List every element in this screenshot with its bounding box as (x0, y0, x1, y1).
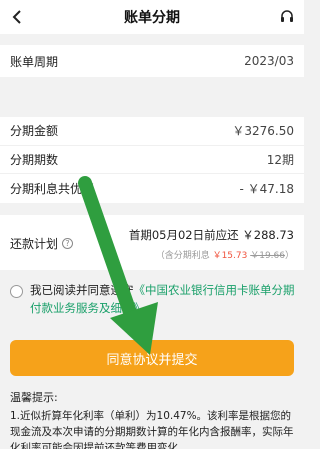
amount-value: ￥3276.50 (232, 124, 294, 139)
interest-discount-row: 分期利息共优惠 - ￥47.18 (0, 174, 304, 203)
periods-row[interactable]: 分期期数 12期 (0, 146, 304, 175)
agreement-prefix: 我已阅读并同意遵守 (30, 283, 134, 297)
interest-note: （含分期利息 ￥15.73 ￥19.66） (156, 248, 294, 261)
billing-cycle-value: 2023/03 (244, 54, 294, 68)
question-icon[interactable]: ? (62, 238, 74, 249)
periods-label: 分期期数 (10, 152, 59, 167)
tips-section: 温馨提示: 1.近似折算年化利率（单利）为10.47%。该利率是根据您的现金流及… (10, 390, 294, 449)
repayment-plan-label-group: 还款计划 ? (10, 235, 74, 252)
agreement-section: 我已阅读并同意遵守《中国农业银行信用卡账单分期付款业务服务及细则》 (0, 281, 304, 323)
repayment-plan-label: 还款计划 (10, 237, 59, 251)
back-chevron-icon[interactable] (6, 6, 28, 28)
amount-row: 分期金额 ￥3276.50 (0, 117, 304, 146)
repayment-plan-card[interactable]: 还款计划 ? 首期05月02日前应还 ￥288.73 （含分期利息 ￥15.73… (0, 215, 304, 270)
submit-button[interactable]: 同意协议并提交 (10, 340, 294, 376)
tips-title: 温馨提示: (10, 391, 58, 404)
headset-icon[interactable] (276, 6, 298, 28)
first-payment-text: 首期05月02日前应还 ￥288.73 (128, 228, 294, 242)
amount-label: 分期金额 (10, 124, 59, 139)
interest-old-value: ￥19.66 (250, 251, 285, 261)
interest-new-value: ￥15.73 (212, 251, 248, 261)
billing-cycle-label: 账单周期 (10, 54, 59, 69)
interest-discount-label: 分期利息共优惠 (10, 181, 95, 196)
interest-note-prefix: （含分期利息 (155, 251, 213, 261)
interest-note-suffix: ） (284, 251, 294, 261)
billing-cycle-row: 账单周期 2023/03 (0, 45, 304, 77)
interest-discount-value: - ￥47.18 (239, 181, 295, 196)
agreement-checkbox[interactable] (10, 285, 23, 298)
tips-body: 1.近似折算年化利率（单利）为10.47%。该利率是根据您的现金流及本次申请的分… (10, 410, 294, 449)
installment-details-card: 分期金额 ￥3276.50 分期期数 12期 分期利息共优惠 - ￥47.18 (0, 117, 304, 203)
agreement-text: 我已阅读并同意遵守《中国农业银行信用卡账单分期付款业务服务及细则》 (30, 281, 296, 317)
billing-cycle-card: 账单周期 2023/03 (0, 45, 304, 77)
nav-bar: 账单分期 (0, 0, 304, 34)
page-title: 账单分期 (124, 10, 180, 26)
periods-value: 12期 (266, 152, 294, 167)
